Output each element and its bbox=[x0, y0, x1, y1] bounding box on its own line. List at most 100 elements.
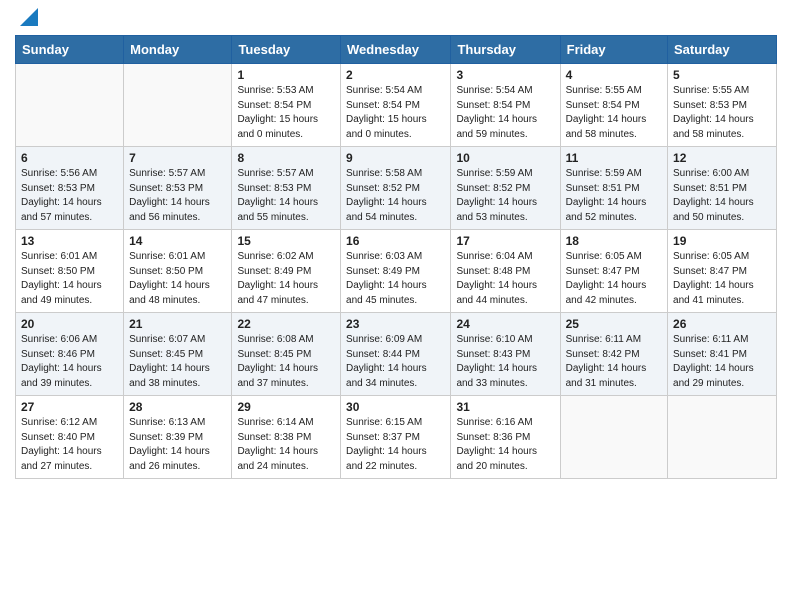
sunrise-text: Sunrise: 6:01 AM bbox=[129, 250, 226, 265]
sunrise-text: Sunrise: 5:54 AM bbox=[346, 84, 445, 99]
sunrise-text: Sunrise: 6:12 AM bbox=[21, 416, 118, 431]
sunrise-text: Sunrise: 6:13 AM bbox=[129, 416, 226, 431]
daylight-text: Daylight: 14 hours and 22 minutes. bbox=[346, 445, 445, 474]
daylight-text: Daylight: 14 hours and 57 minutes. bbox=[21, 196, 118, 225]
sunset-text: Sunset: 8:48 PM bbox=[456, 265, 554, 280]
sunrise-text: Sunrise: 6:07 AM bbox=[129, 333, 226, 348]
day-cell: 30Sunrise: 6:15 AMSunset: 8:37 PMDayligh… bbox=[341, 396, 451, 479]
day-cell: 19Sunrise: 6:05 AMSunset: 8:47 PMDayligh… bbox=[668, 230, 777, 313]
day-info: Sunrise: 5:58 AMSunset: 8:52 PMDaylight:… bbox=[346, 167, 445, 225]
sunrise-text: Sunrise: 6:03 AM bbox=[346, 250, 445, 265]
daylight-text: Daylight: 14 hours and 41 minutes. bbox=[673, 279, 771, 308]
day-number: 11 bbox=[566, 151, 662, 165]
page-container: SundayMondayTuesdayWednesdayThursdayFrid… bbox=[0, 0, 792, 494]
day-number: 27 bbox=[21, 400, 118, 414]
day-cell: 11 Sunrise: 5:59 AMSunset: 8:51 PMDayligh… bbox=[560, 147, 667, 230]
sunrise-text: Sunrise: 6:01 AM bbox=[21, 250, 118, 265]
day-info: Sunrise: 5:54 AMSunset: 8:54 PMDaylight:… bbox=[346, 84, 445, 142]
day-cell: 9 Sunrise: 5:58 AMSunset: 8:52 PMDaylight… bbox=[341, 147, 451, 230]
day-info: Sunrise: 6:14 AMSunset: 8:38 PMDaylight:… bbox=[237, 416, 335, 474]
day-info: Sunrise: 6:13 AMSunset: 8:39 PMDaylight:… bbox=[129, 416, 226, 474]
day-cell: 2Sunrise: 5:54 AMSunset: 8:54 PMDaylight… bbox=[341, 64, 451, 147]
daylight-text: Daylight: 14 hours and 26 minutes. bbox=[129, 445, 226, 474]
sunset-text: Sunset: 8:46 PM bbox=[21, 348, 118, 363]
day-number: 24 bbox=[456, 317, 554, 331]
daylight-text: Daylight: 14 hours and 54 minutes. bbox=[346, 196, 445, 225]
day-cell: 1 Sunrise: 5:53 AMSunset: 8:54 PMDaylight… bbox=[232, 64, 341, 147]
day-info: Sunrise: 6:15 AMSunset: 8:37 PMDaylight:… bbox=[346, 416, 445, 474]
sunrise-text: Sunrise: 6:05 AM bbox=[566, 250, 662, 265]
daylight-text: Daylight: 14 hours and 52 minutes. bbox=[566, 196, 662, 225]
sunrise-text: Sunrise: 5:54 AM bbox=[456, 84, 554, 99]
sunrise-text: Sunrise: 5:57 AM bbox=[237, 167, 335, 182]
daylight-text: Daylight: 14 hours and 56 minutes. bbox=[129, 196, 226, 225]
sunrise-text: Sunrise: 6:14 AM bbox=[237, 416, 335, 431]
day-number: 28 bbox=[129, 400, 226, 414]
day-info: Sunrise: 6:07 AMSunset: 8:45 PMDaylight:… bbox=[129, 333, 226, 391]
sunset-text: Sunset: 8:49 PM bbox=[346, 265, 445, 280]
daylight-text: Daylight: 14 hours and 50 minutes. bbox=[673, 196, 771, 225]
day-cell bbox=[560, 396, 667, 479]
day-number: 17 bbox=[456, 234, 554, 248]
sunset-text: Sunset: 8:47 PM bbox=[566, 265, 662, 280]
day-number: 14 bbox=[129, 234, 226, 248]
sunrise-text: Sunrise: 6:11 AM bbox=[566, 333, 662, 348]
sunset-text: Sunset: 8:53 PM bbox=[673, 99, 771, 114]
day-info: Sunrise: 5:57 AMSunset: 8:53 PMDaylight:… bbox=[129, 167, 226, 225]
day-cell: 26Sunrise: 6:11 AMSunset: 8:41 PMDayligh… bbox=[668, 313, 777, 396]
sunset-text: Sunset: 8:42 PM bbox=[566, 348, 662, 363]
sunset-text: Sunset: 8:49 PM bbox=[237, 265, 335, 280]
day-cell: 25Sunrise: 6:11 AMSunset: 8:42 PMDayligh… bbox=[560, 313, 667, 396]
sunset-text: Sunset: 8:45 PM bbox=[129, 348, 226, 363]
day-info: Sunrise: 6:01 AMSunset: 8:50 PMDaylight:… bbox=[21, 250, 118, 308]
daylight-text: Daylight: 14 hours and 39 minutes. bbox=[21, 362, 118, 391]
daylight-text: Daylight: 14 hours and 27 minutes. bbox=[21, 445, 118, 474]
sunrise-text: Sunrise: 6:10 AM bbox=[456, 333, 554, 348]
day-info: Sunrise: 6:05 AMSunset: 8:47 PMDaylight:… bbox=[673, 250, 771, 308]
sunrise-text: Sunrise: 6:09 AM bbox=[346, 333, 445, 348]
day-cell bbox=[124, 64, 232, 147]
sunset-text: Sunset: 8:52 PM bbox=[346, 182, 445, 197]
day-number: 18 bbox=[566, 234, 662, 248]
sunset-text: Sunset: 8:38 PM bbox=[237, 431, 335, 446]
day-info: Sunrise: 6:05 AMSunset: 8:47 PMDaylight:… bbox=[566, 250, 662, 308]
day-info: Sunrise: 5:57 AMSunset: 8:53 PMDaylight:… bbox=[237, 167, 335, 225]
daylight-text: Daylight: 14 hours and 33 minutes. bbox=[456, 362, 554, 391]
sunrise-text: Sunrise: 6:11 AM bbox=[673, 333, 771, 348]
day-number: 29 bbox=[237, 400, 335, 414]
sunset-text: Sunset: 8:54 PM bbox=[566, 99, 662, 114]
sunset-text: Sunset: 8:51 PM bbox=[566, 182, 662, 197]
day-cell: 22Sunrise: 6:08 AMSunset: 8:45 PMDayligh… bbox=[232, 313, 341, 396]
day-number: 20 bbox=[21, 317, 118, 331]
weekday-header-wednesday: Wednesday bbox=[341, 36, 451, 64]
day-number: 9 bbox=[346, 151, 445, 165]
sunset-text: Sunset: 8:53 PM bbox=[21, 182, 118, 197]
weekday-header-tuesday: Tuesday bbox=[232, 36, 341, 64]
day-cell bbox=[16, 64, 124, 147]
daylight-text: Daylight: 14 hours and 34 minutes. bbox=[346, 362, 445, 391]
day-cell: 3Sunrise: 5:54 AMSunset: 8:54 PMDaylight… bbox=[451, 64, 560, 147]
weekday-header-row: SundayMondayTuesdayWednesdayThursdayFrid… bbox=[16, 36, 777, 64]
daylight-text: Daylight: 14 hours and 20 minutes. bbox=[456, 445, 554, 474]
day-cell: 10Sunrise: 5:59 AMSunset: 8:52 PMDayligh… bbox=[451, 147, 560, 230]
day-info: Sunrise: 6:01 AMSunset: 8:50 PMDaylight:… bbox=[129, 250, 226, 308]
day-info: Sunrise: 5:53 AMSunset: 8:54 PMDaylight:… bbox=[237, 84, 335, 142]
day-number: 4 bbox=[566, 68, 662, 82]
sunset-text: Sunset: 8:54 PM bbox=[346, 99, 445, 114]
sunrise-text: Sunrise: 5:59 AM bbox=[566, 167, 662, 182]
sunset-text: Sunset: 8:54 PM bbox=[456, 99, 554, 114]
day-number: 7 bbox=[129, 151, 226, 165]
week-row-4: 20Sunrise: 6:06 AMSunset: 8:46 PMDayligh… bbox=[16, 313, 777, 396]
sunset-text: Sunset: 8:52 PM bbox=[456, 182, 554, 197]
daylight-text: Daylight: 14 hours and 58 minutes. bbox=[673, 113, 771, 142]
day-cell: 16Sunrise: 6:03 AMSunset: 8:49 PMDayligh… bbox=[341, 230, 451, 313]
day-number: 1 bbox=[237, 68, 335, 82]
sunset-text: Sunset: 8:50 PM bbox=[129, 265, 226, 280]
day-number: 10 bbox=[456, 151, 554, 165]
day-cell: 31Sunrise: 6:16 AMSunset: 8:36 PMDayligh… bbox=[451, 396, 560, 479]
week-row-1: 1 Sunrise: 5:53 AMSunset: 8:54 PMDaylight… bbox=[16, 64, 777, 147]
day-cell: 29 Sunrise: 6:14 AMSunset: 8:38 PMDayligh… bbox=[232, 396, 341, 479]
sunset-text: Sunset: 8:50 PM bbox=[21, 265, 118, 280]
daylight-text: Daylight: 14 hours and 48 minutes. bbox=[129, 279, 226, 308]
daylight-text: Daylight: 14 hours and 42 minutes. bbox=[566, 279, 662, 308]
